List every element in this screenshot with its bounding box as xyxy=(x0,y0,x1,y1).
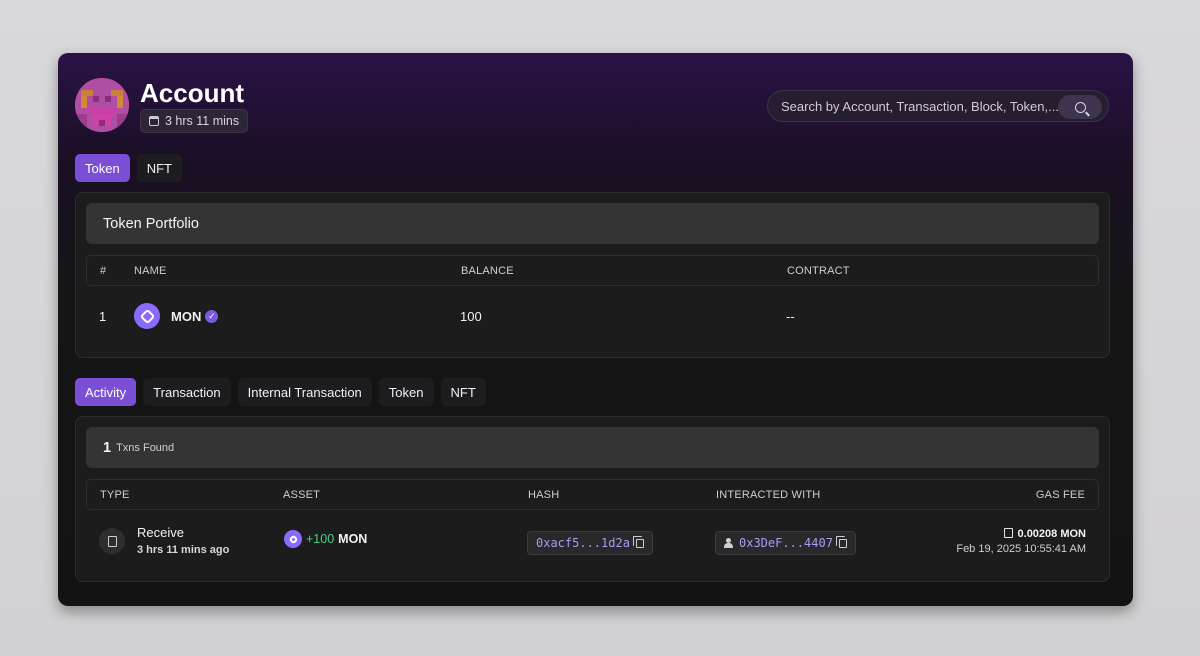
gas-fee-cell: 0.00208 MON Feb 19, 2025 10:55:41 AM xyxy=(956,528,1086,555)
token-balance: 100 xyxy=(460,309,482,324)
gas-fee-value: 0.00208 MON xyxy=(1017,528,1086,540)
interacted-address-link[interactable]: 0x3DeF...4407 xyxy=(739,536,833,550)
copy-icon[interactable] xyxy=(835,535,847,548)
table-row[interactable]: Receive 3 hrs 11 mins ago +100 MON 0xacf… xyxy=(86,523,1099,563)
hash-chip[interactable]: 0xacf5...1d2a xyxy=(527,531,653,555)
activity-panel: 1 Txns Found TYPE ASSET HASH INTERACTED … xyxy=(75,416,1110,582)
token-portfolio-panel: Token Portfolio # NAME BALANCE CONTRACT … xyxy=(75,192,1110,358)
column-name: NAME xyxy=(134,265,167,277)
mon-token-icon xyxy=(134,303,160,329)
activity-tabs: Activity Transaction Internal Transactio… xyxy=(75,378,486,406)
gas-fee-line: 0.00208 MON xyxy=(956,528,1086,540)
interacted-with-chip[interactable]: 0x3DeF...4407 xyxy=(715,531,856,555)
activity-table-header: TYPE ASSET HASH INTERACTED WITH GAS FEE xyxy=(86,479,1099,510)
row-index: 1 xyxy=(99,309,107,324)
tab-internal-transaction[interactable]: Internal Transaction xyxy=(237,378,372,406)
token-name: MON xyxy=(171,309,202,324)
txn-count: 1 xyxy=(103,439,112,456)
column-hash: HASH xyxy=(528,489,560,501)
verified-badge-icon: ✓ xyxy=(205,310,219,323)
token-contract: -- xyxy=(786,309,795,324)
activity-count-header: 1 Txns Found xyxy=(86,427,1099,468)
search-bar xyxy=(767,90,1109,122)
search-button[interactable] xyxy=(1058,95,1102,119)
account-window: Account 3 hrs 11 mins Token NFT Token Po… xyxy=(58,53,1133,606)
txn-type: Receive xyxy=(137,525,184,540)
tab-nft[interactable]: NFT xyxy=(136,154,182,182)
txn-count-label: Txns Found xyxy=(116,441,175,454)
asset-cell: +100 MON xyxy=(284,530,367,548)
txn-age: 3 hrs 11 mins ago xyxy=(137,544,230,556)
mon-token-icon xyxy=(284,530,302,548)
portfolio-table-header: # NAME BALANCE CONTRACT xyxy=(86,255,1099,286)
tab-token[interactable]: Token xyxy=(75,154,130,182)
account-age-badge: 3 hrs 11 mins xyxy=(140,109,249,133)
column-index: # xyxy=(100,265,107,277)
txn-timestamp: Feb 19, 2025 10:55:41 AM xyxy=(956,543,1086,555)
asset-amount: +100 xyxy=(306,532,335,546)
table-row[interactable]: 1 MON ✓ 100 -- xyxy=(86,301,1099,331)
calendar-icon xyxy=(149,116,159,126)
column-contract: CONTRACT xyxy=(787,265,850,277)
tab-nft-transfers[interactable]: NFT xyxy=(440,378,486,406)
column-balance: BALANCE xyxy=(461,265,514,277)
page-title: Account xyxy=(140,78,244,108)
tab-token-transfers[interactable]: Token xyxy=(378,378,434,406)
tab-transaction[interactable]: Transaction xyxy=(143,378,231,406)
portfolio-title: Token Portfolio xyxy=(103,215,199,232)
column-interacted-with: INTERACTED WITH xyxy=(716,489,821,501)
copy-icon[interactable] xyxy=(632,535,644,548)
tab-activity[interactable]: Activity xyxy=(75,378,137,406)
column-type: TYPE xyxy=(100,489,130,501)
portfolio-header: Token Portfolio xyxy=(86,203,1099,244)
asset-tabs: Token NFT xyxy=(75,154,182,182)
search-input[interactable] xyxy=(781,98,1061,114)
document-icon xyxy=(99,528,125,554)
user-icon xyxy=(724,538,733,548)
account-avatar xyxy=(75,78,129,132)
column-gas-fee: GAS FEE xyxy=(1035,489,1085,501)
search-icon xyxy=(1074,101,1086,113)
txn-hash-link[interactable]: 0xacf5...1d2a xyxy=(536,536,630,550)
token-name-cell[interactable]: MON ✓ xyxy=(171,309,219,324)
account-age-text: 3 hrs 11 mins xyxy=(165,114,240,128)
asset-symbol: MON xyxy=(338,532,368,546)
gas-pump-icon xyxy=(1003,528,1013,538)
column-asset: ASSET xyxy=(283,489,321,501)
